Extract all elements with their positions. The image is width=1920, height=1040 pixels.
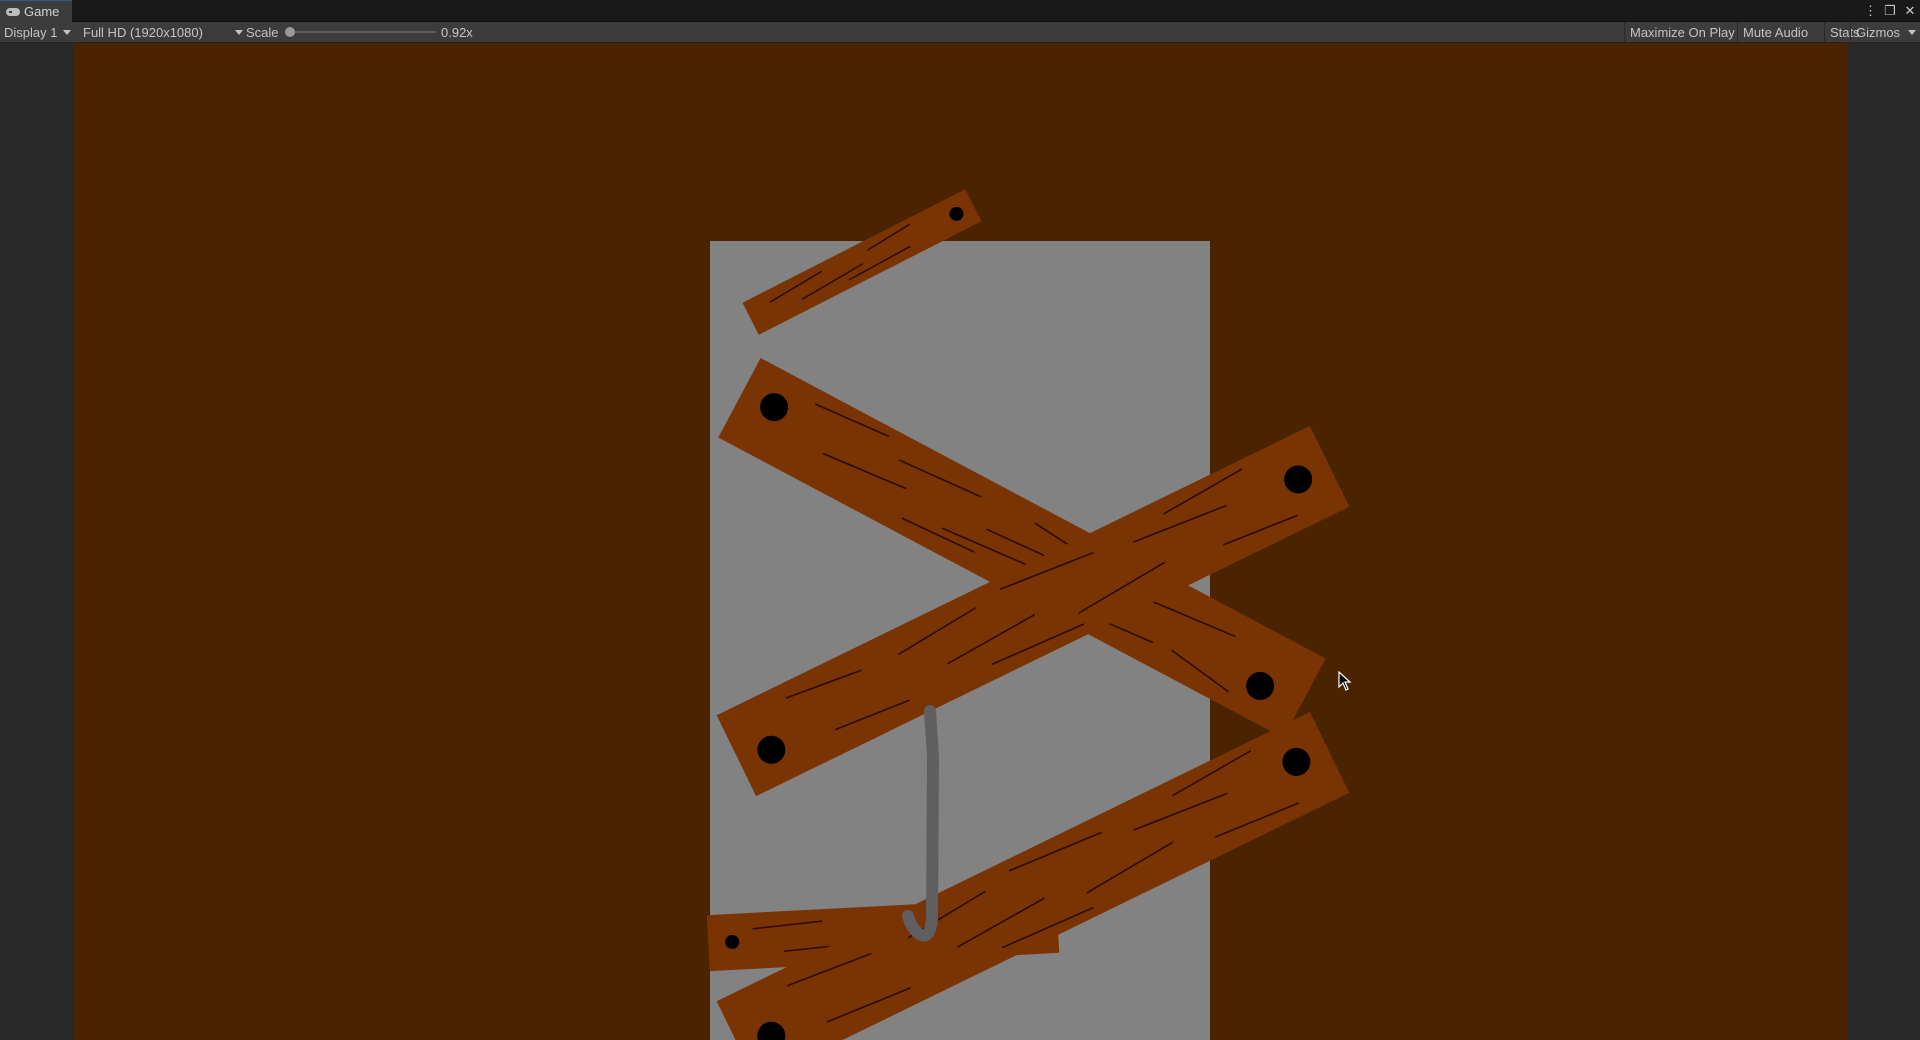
- mute-audio-button[interactable]: Mute Audio: [1737, 22, 1813, 42]
- close-icon[interactable]: ✕: [1904, 3, 1916, 19]
- mouse-cursor-icon: [1338, 671, 1352, 691]
- chevron-down-icon: [63, 29, 72, 35]
- game-view[interactable]: [74, 43, 1847, 1040]
- game-viewport[interactable]: [0, 43, 1920, 1040]
- scale-value: 0.92x: [441, 24, 473, 40]
- maximize-on-play-button[interactable]: Maximize On Play: [1624, 22, 1740, 42]
- tab-game[interactable]: Game: [0, 0, 72, 22]
- tab-game-label: Game: [24, 4, 60, 19]
- more-options-icon[interactable]: ⋮: [1864, 3, 1877, 19]
- chevron-down-icon: [234, 29, 243, 35]
- gamepad-icon: [6, 7, 20, 17]
- gizmos-dropdown[interactable]: Gizmos: [1850, 22, 1920, 42]
- resolution-dropdown[interactable]: Full HD (1920x1080): [83, 22, 243, 42]
- scale-slider-thumb[interactable]: [285, 27, 295, 37]
- scale-label: Scale: [246, 24, 279, 40]
- display-dropdown[interactable]: Display 1: [4, 22, 72, 42]
- game-toolbar: Display 1 Full HD (1920x1080) Scale 0.92…: [0, 22, 1920, 43]
- chevron-down-icon: [1908, 29, 1917, 35]
- resolution-dropdown-label: Full HD (1920x1080): [83, 24, 203, 40]
- tab-bar: Game ⋮ ❐ ✕: [0, 0, 1920, 22]
- scale-slider[interactable]: [290, 31, 436, 33]
- gizmos-label: Gizmos: [1856, 24, 1901, 40]
- window-controls: ⋮ ❐ ✕: [1864, 0, 1916, 21]
- game-scene: [706, 189, 1350, 1040]
- maximize-icon[interactable]: ❐: [1884, 3, 1896, 19]
- display-dropdown-label: Display 1: [4, 24, 58, 40]
